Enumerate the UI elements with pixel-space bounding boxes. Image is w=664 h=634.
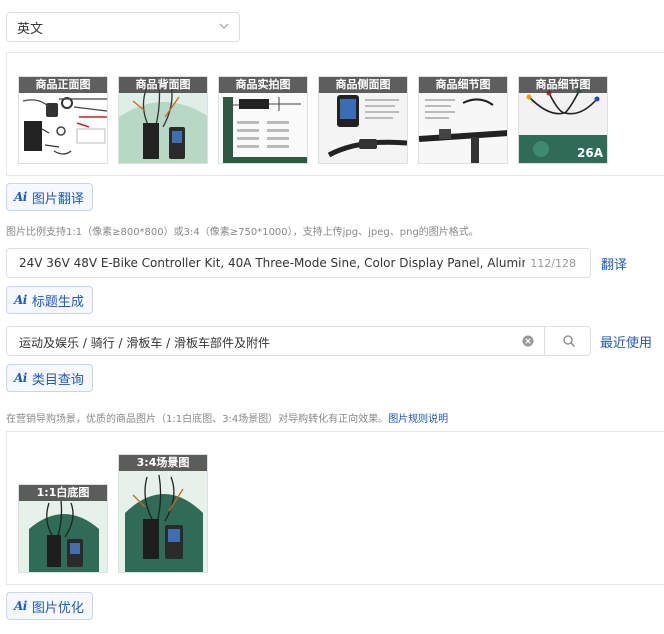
scene-image-panel: 1:1白底图 3:4场景图 xyxy=(6,431,664,585)
image-rules-link[interactable]: 图片规则说明 xyxy=(388,414,448,425)
image-optimize-label: 图片优化 xyxy=(31,600,84,616)
image-label: 商品背面图 xyxy=(119,77,207,93)
title-input[interactable]: 24V 36V 48V E-Bike Controller Kit, 40A T… xyxy=(6,248,591,278)
category-input-value: 运动及娱乐 / 骑行 / 滑板车 / 滑板车部件及附件 xyxy=(19,336,271,350)
chevron-down-icon xyxy=(219,23,229,29)
ai-icon: Ai xyxy=(14,371,27,385)
title-char-count: 112/128 xyxy=(530,257,576,270)
image-label: 商品细节图 xyxy=(419,77,507,93)
amperage-badge: 26A xyxy=(577,146,604,160)
ai-icon: Ai xyxy=(14,190,27,204)
product-image-panel: 商品正面图 商品背面图 商品实拍图 商品侧面图 商品细节图 商品细节图 26A xyxy=(6,52,664,176)
title-generate-label: 标题生成 xyxy=(31,294,84,310)
recent-used-link[interactable]: 最近使用 xyxy=(600,332,652,351)
image-label: 商品细节图 xyxy=(519,77,607,93)
image-label: 商品侧面图 xyxy=(319,77,407,93)
product-image-front[interactable]: 商品正面图 xyxy=(18,76,108,164)
image-label: 商品实拍图 xyxy=(219,77,307,93)
ai-icon: Ai xyxy=(14,599,27,613)
scene-hint-text: 在营销导购场景，优质的商品图片（1:1白底图、3:4场景图）对导购转化有正向效果… xyxy=(6,414,389,425)
title-input-value: 24V 36V 48V E-Bike Controller Kit, 40A T… xyxy=(19,256,525,270)
input-divider xyxy=(544,327,545,355)
image-optimize-button[interactable]: Ai 图片优化 xyxy=(6,592,93,620)
ai-icon: Ai xyxy=(14,293,27,307)
image-label: 商品正面图 xyxy=(19,77,107,93)
translate-link[interactable]: 翻译 xyxy=(601,254,627,273)
language-select-value: 英文 xyxy=(17,21,44,37)
category-query-button[interactable]: Ai 类目查询 xyxy=(6,364,93,392)
title-generate-button[interactable]: Ai 标题生成 xyxy=(6,286,93,314)
product-image-detail-2[interactable]: 商品细节图 26A xyxy=(518,76,608,164)
category-query-label: 类目查询 xyxy=(31,372,84,388)
language-select[interactable]: 英文 xyxy=(6,12,240,42)
scene-hint: 在营销导购场景，优质的商品图片（1:1白底图、3:4场景图）对导购转化有正向效果… xyxy=(6,410,448,425)
image-translate-button[interactable]: Ai 图片翻译 xyxy=(6,183,93,211)
image-label: 1:1白底图 xyxy=(19,485,107,501)
product-image-detail-1[interactable]: 商品细节图 xyxy=(418,76,508,164)
product-image-back[interactable]: 商品背面图 xyxy=(118,76,208,164)
white-background-image[interactable]: 1:1白底图 xyxy=(18,484,108,573)
scene-image[interactable]: 3:4场景图 xyxy=(118,454,208,573)
category-input[interactable]: 运动及娱乐 / 骑行 / 滑板车 / 滑板车部件及附件 xyxy=(6,326,591,356)
image-label: 3:4场景图 xyxy=(119,455,207,471)
scene-product-image xyxy=(119,455,207,572)
image-translate-label: 图片翻译 xyxy=(31,191,84,207)
search-icon[interactable] xyxy=(562,334,576,348)
product-image-real[interactable]: 商品实拍图 xyxy=(218,76,308,164)
image-format-hint: 图片比例支持1:1（像素≥800*800）或3:4（像素≥750*1000），支… xyxy=(6,227,479,238)
product-image-side[interactable]: 商品侧面图 xyxy=(318,76,408,164)
clear-circle-icon[interactable] xyxy=(522,335,534,347)
